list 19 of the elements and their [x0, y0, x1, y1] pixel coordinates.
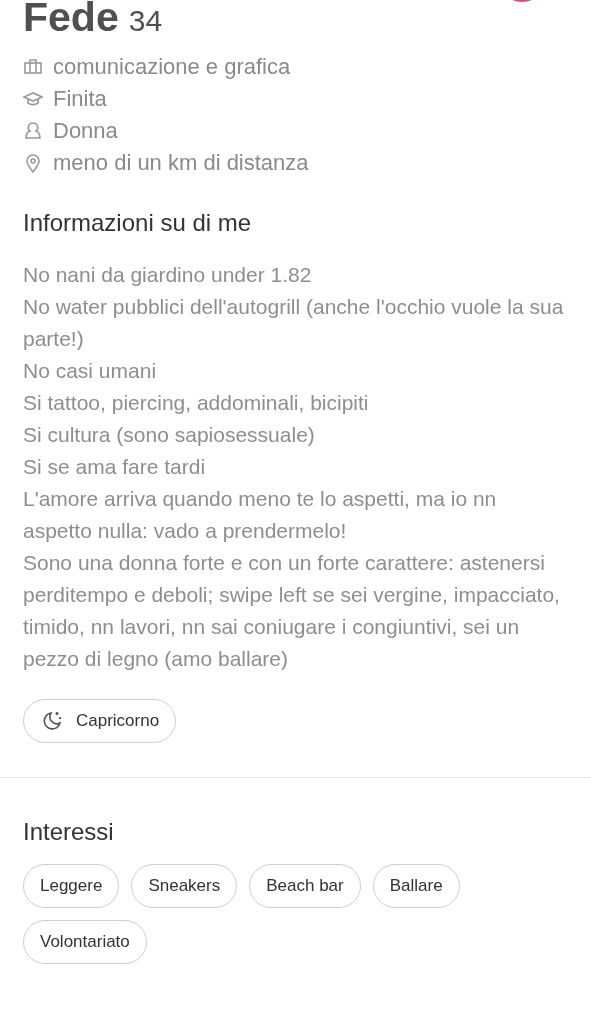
bio-line: Si cultura (sono sapiosessuale): [23, 422, 316, 448]
detail-text: meno di un km di distanza: [53, 150, 309, 176]
detail-text: comunicazione e grafica: [53, 54, 291, 80]
briefcase-icon: [23, 57, 43, 77]
detail-text: Finita: [53, 86, 107, 112]
section-title: Interessi: [23, 818, 115, 846]
bio-line: Si tattoo, piercing, addominali, bicipiti: [23, 390, 370, 416]
profile-age: 34: [128, 4, 163, 38]
bio-line: No casi umani: [23, 358, 158, 384]
bio-line: Sono una donna forte e con un forte carattere: astenersi perditempo e deboli; swipe left se sei vergine, impacciato, timido, nn lavori, nn sai coniugare i congiuntivi, sei un pezzo di legno (amo ballare): [23, 550, 561, 672]
detail-text: Donna: [53, 118, 118, 144]
profile-name: Fede: [23, 0, 119, 41]
bio-line: L'amore arriva quando meno te lo aspetti, ma io nn aspetto nulla: vado a prendermelo!: [23, 486, 498, 544]
person-icon: [23, 121, 43, 141]
section-title: Informazioni su di me: [23, 209, 253, 237]
bio-line: Si se ama fare tardi: [23, 454, 207, 480]
bio-line: No nani da giardino under 1.82: [23, 262, 313, 288]
bio-line: No water pubblici dell'autogrill (anche l'occhio vuole la sua parte!): [23, 294, 565, 352]
location-pin-icon: [23, 153, 43, 173]
